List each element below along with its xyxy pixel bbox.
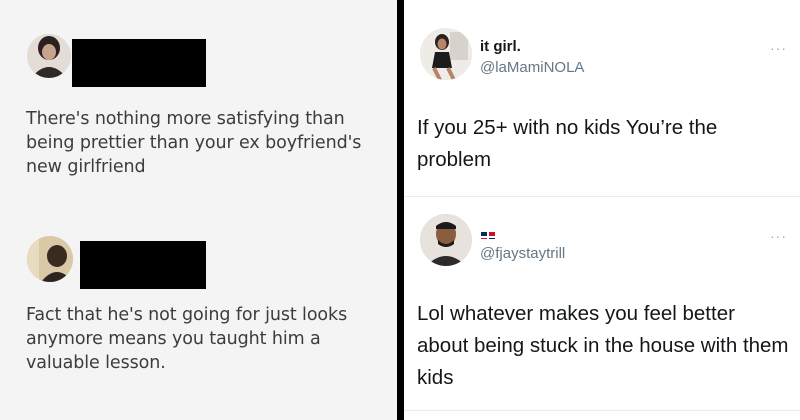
left-screenshot-panel: There's nothing more satisfying than bei… bbox=[0, 0, 397, 420]
tweet-1-avatar[interactable] bbox=[420, 28, 472, 80]
comment-2-avatar[interactable] bbox=[27, 236, 73, 282]
comment-2-text: Fact that he's not going for just looks … bbox=[26, 305, 348, 373]
person-photo-icon bbox=[420, 28, 472, 80]
tweet-2-avatar[interactable] bbox=[420, 214, 472, 266]
dominican-flag-icon bbox=[481, 229, 495, 239]
comment-1-text: There's nothing more satisfying than bei… bbox=[26, 109, 362, 177]
right-screenshot-panel: it girl. @laMamiNOLA ··· If you 25+ with… bbox=[404, 0, 800, 420]
tweet-1-handle[interactable]: @laMamiNOLA bbox=[480, 59, 584, 76]
tweet-2-handle[interactable]: @fjaystaytrill bbox=[480, 245, 565, 262]
tweet-separator bbox=[404, 196, 800, 197]
tweet-separator bbox=[404, 410, 800, 411]
more-dots-icon[interactable]: ··· bbox=[770, 41, 787, 55]
more-dots-icon[interactable]: ··· bbox=[770, 229, 787, 243]
comment-1-name-redaction bbox=[72, 39, 206, 87]
comment-1-avatar[interactable] bbox=[27, 34, 71, 78]
person-photo-icon bbox=[420, 214, 472, 266]
tweet-1-display-name[interactable]: it girl. bbox=[480, 38, 521, 55]
person-photo-icon bbox=[27, 236, 73, 282]
tweet-2-text: Lol whatever makes you feel better about… bbox=[417, 302, 789, 389]
person-photo-icon bbox=[27, 34, 71, 78]
panel-divider bbox=[397, 0, 404, 420]
tweet-1-text: If you 25+ with no kids You’re the probl… bbox=[417, 116, 718, 171]
comment-2-name-redaction bbox=[80, 241, 206, 289]
